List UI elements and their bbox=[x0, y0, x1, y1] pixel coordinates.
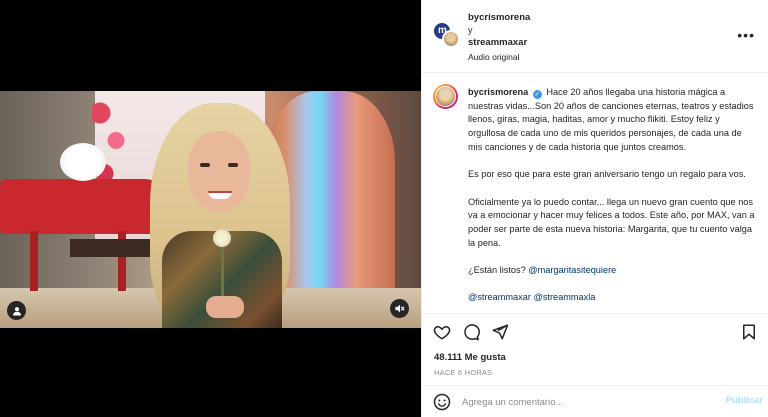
avatar[interactable] bbox=[433, 84, 458, 109]
hands bbox=[206, 296, 244, 318]
face bbox=[188, 131, 250, 211]
emoji-icon[interactable] bbox=[433, 393, 451, 411]
avatar[interactable] bbox=[442, 30, 460, 48]
post-caption: bycrismorena ✓ Hace 20 años llegaba una … bbox=[422, 73, 768, 313]
post-timestamp[interactable]: HACE 6 HORAS bbox=[434, 368, 492, 377]
username-link[interactable]: streammaxar bbox=[468, 37, 527, 48]
person-icon[interactable] bbox=[7, 301, 26, 320]
comment-icon[interactable] bbox=[462, 323, 480, 341]
post-panel: bycrismorena y streammaxar Audio origina… bbox=[421, 0, 768, 417]
caption-username[interactable]: bycrismorena bbox=[468, 87, 528, 97]
heart-icon[interactable] bbox=[433, 323, 451, 341]
flower-vase bbox=[60, 143, 106, 181]
post-media[interactable] bbox=[0, 0, 421, 417]
eye bbox=[200, 163, 210, 167]
white-flower bbox=[213, 229, 231, 247]
post-comment-button[interactable]: Publicar bbox=[726, 395, 764, 406]
mention-link[interactable]: @streammaxla bbox=[534, 292, 596, 302]
eye bbox=[228, 163, 238, 167]
more-horizontal-icon[interactable]: ••• bbox=[737, 27, 755, 43]
caption-paragraph: Es por eso que para este gran aniversari… bbox=[468, 169, 746, 180]
username-link[interactable]: bycrismorena bbox=[468, 12, 530, 23]
share-icon[interactable] bbox=[491, 323, 509, 341]
mention-link[interactable]: @streammaxar bbox=[468, 292, 531, 302]
woman-figure bbox=[140, 91, 305, 328]
caption-paragraph: ¿Están listos? bbox=[468, 265, 526, 276]
piano-leg bbox=[30, 231, 38, 291]
speaker-muted-icon[interactable] bbox=[390, 299, 409, 318]
audio-link[interactable]: Audio original bbox=[468, 52, 520, 62]
bookmark-icon[interactable] bbox=[740, 323, 758, 341]
mention-link[interactable]: @margaritasitequiere bbox=[528, 265, 616, 275]
comment-composer: Publicar bbox=[422, 385, 768, 417]
comment-input[interactable] bbox=[462, 395, 702, 409]
likes-count[interactable]: 48.111 Me gusta bbox=[434, 352, 506, 363]
caption-paragraph: Oficialmente ya lo puedo contar... llega… bbox=[468, 196, 755, 248]
verified-badge-icon: ✓ bbox=[532, 90, 542, 99]
collab-joiner: y bbox=[468, 25, 473, 35]
video-frame[interactable] bbox=[0, 91, 421, 328]
collab-avatars[interactable] bbox=[433, 22, 460, 48]
flower-stem bbox=[221, 246, 224, 301]
post-header: bycrismorena y streammaxar Audio origina… bbox=[422, 0, 768, 73]
caption-text: bycrismorena ✓ Hace 20 años llegaba una … bbox=[468, 86, 758, 313]
